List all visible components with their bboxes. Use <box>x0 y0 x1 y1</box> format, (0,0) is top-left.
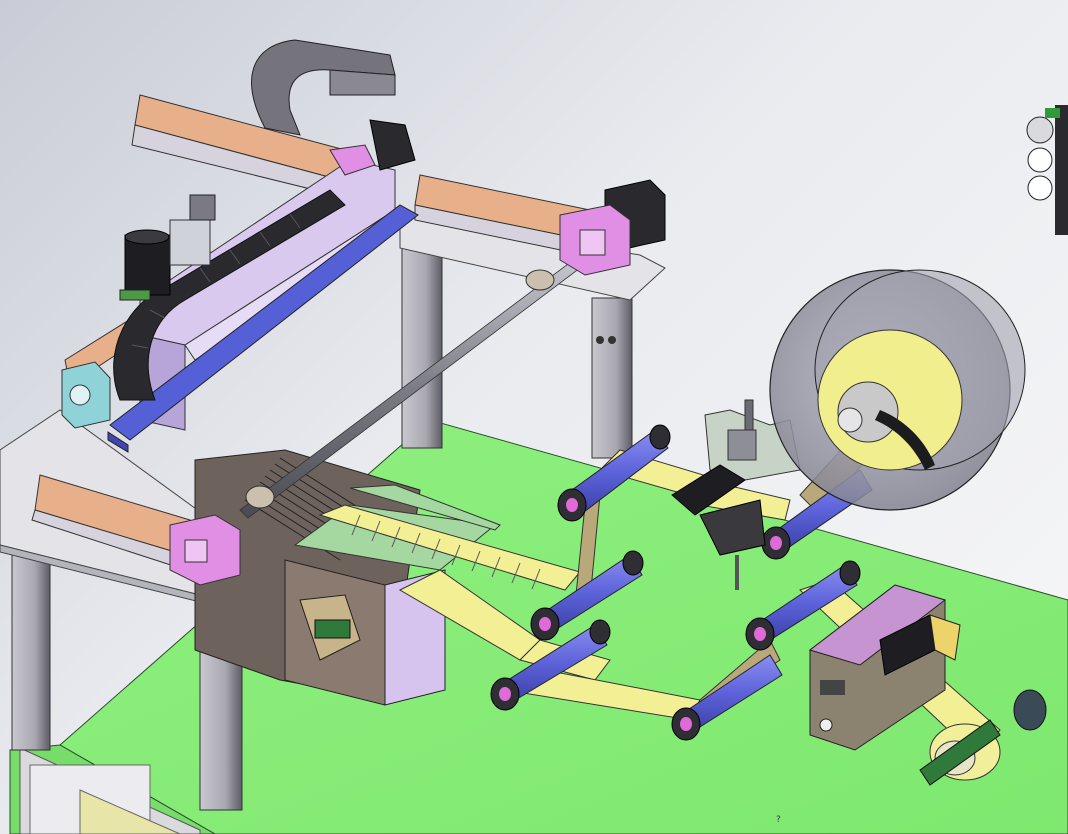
machine-assembly-model[interactable] <box>0 0 1068 834</box>
tape-reel-icon <box>769 269 1026 511</box>
annotation-marker: ? <box>776 815 781 825</box>
sensor-unit-icon <box>1026 105 1068 235</box>
cad-viewport[interactable]: ? <box>0 0 1068 834</box>
